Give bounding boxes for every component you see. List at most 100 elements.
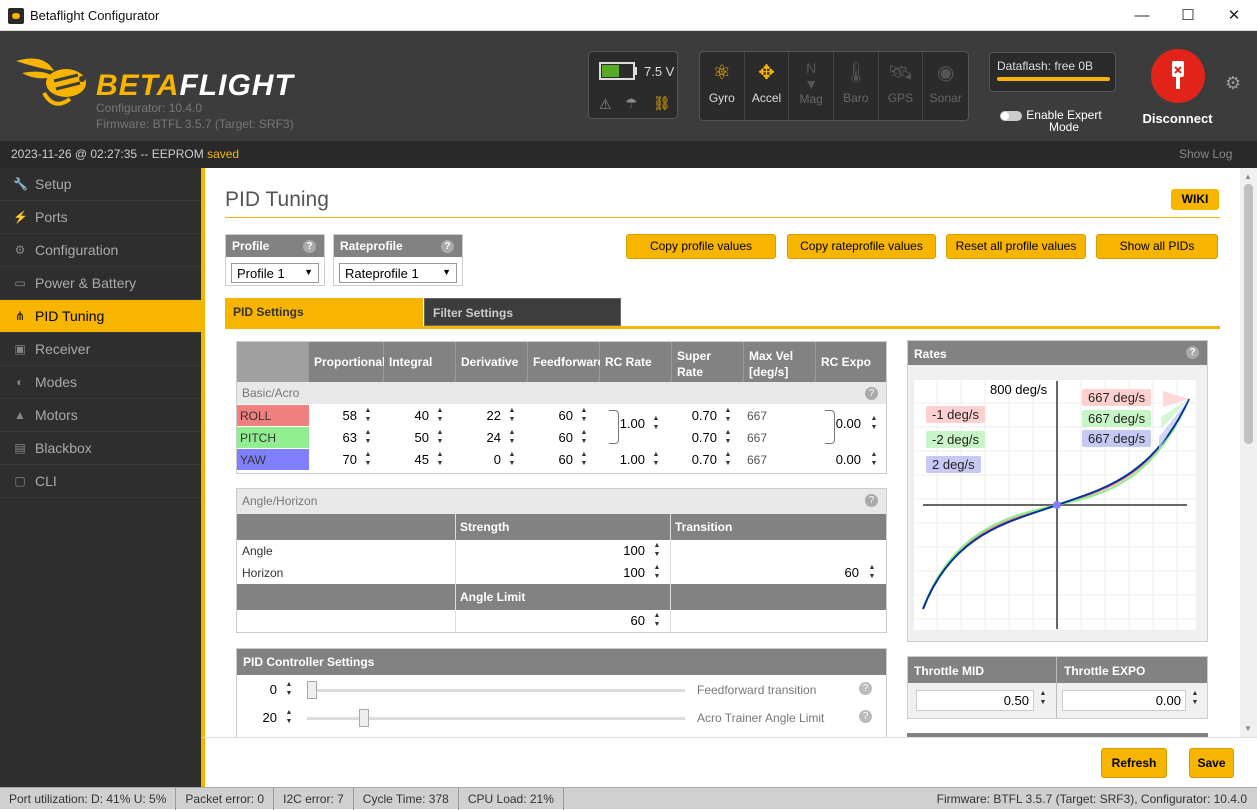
sidebar-item-ports[interactable]: ⚡ Ports <box>0 201 201 234</box>
pitch-ff-input[interactable]: 60 <box>531 430 573 451</box>
gear-icon[interactable]: ⚙ <box>1225 73 1241 94</box>
scroll-thumb[interactable] <box>1244 184 1253 444</box>
help-icon[interactable]: ? <box>859 710 872 723</box>
maximize-button[interactable]: ☐ <box>1165 0 1211 31</box>
spinner-icon[interactable]: ▲ ▼ <box>507 406 517 427</box>
spinner-icon[interactable]: ▲ ▼ <box>579 450 589 471</box>
slider-knob[interactable] <box>359 709 369 727</box>
pitch-d-input[interactable]: 24 <box>459 430 501 451</box>
pitch-p-input[interactable]: 63 <box>315 430 357 451</box>
yaw-rc-rate-input[interactable]: 1.00 <box>603 452 645 473</box>
save-button[interactable]: Save <box>1189 748 1234 778</box>
throttle-expo-input[interactable]: 0.00 <box>1062 690 1186 711</box>
minimize-button[interactable]: — <box>1119 0 1165 31</box>
roll-d-input[interactable]: 22 <box>459 408 501 429</box>
spinner-icon[interactable]: ▲ ▼ <box>869 450 879 471</box>
spinner-icon[interactable]: ▲ ▼ <box>723 450 733 471</box>
show-log-link[interactable]: Show Log <box>1179 147 1232 161</box>
help-icon[interactable]: ? <box>1186 346 1199 359</box>
horizon-transition-input[interactable]: 60 <box>737 565 859 586</box>
reset-profile-button[interactable]: Reset all profile values <box>946 234 1086 259</box>
angle-limit-input[interactable]: 60 <box>537 613 645 634</box>
tab-pid-settings[interactable]: PID Settings <box>225 298 423 326</box>
spinner-icon[interactable]: ▲ ▼ <box>507 450 517 471</box>
yaw-d-input[interactable]: 0 <box>459 452 501 473</box>
pitch-super-input[interactable]: 0.70 <box>675 430 717 451</box>
roll-i-input[interactable]: 40 <box>387 408 429 429</box>
profile-header: Profile? <box>226 235 324 257</box>
copy-profile-button[interactable]: Copy profile values <box>626 234 776 259</box>
spinner-icon[interactable]: ▲ ▼ <box>284 680 294 701</box>
sidebar-item-configuration[interactable]: ⚙ Configuration <box>0 234 201 267</box>
spinner-icon[interactable]: ▲ ▼ <box>723 406 733 427</box>
acro-trainer-angle-input[interactable]: 20 <box>242 710 277 731</box>
horizon-strength-input[interactable]: 100 <box>537 565 645 586</box>
scroll-up-icon[interactable]: ▲ <box>1244 172 1252 181</box>
spinner-icon[interactable]: ▲ ▼ <box>284 708 294 729</box>
spinner-icon[interactable]: ▲ ▼ <box>363 428 373 449</box>
window-title: Betaflight Configurator <box>30 8 160 23</box>
receiver-icon: ▣ <box>14 342 26 356</box>
help-icon[interactable]: ? <box>865 494 878 507</box>
yaw-expo-input[interactable]: 0.00 <box>819 452 861 473</box>
spinner-icon[interactable]: ▲ ▼ <box>869 414 879 435</box>
sidebar-item-blackbox[interactable]: ▤ Blackbox <box>0 432 201 465</box>
spinner-icon[interactable]: ▲ ▼ <box>579 406 589 427</box>
spinner-icon[interactable]: ▲ ▼ <box>867 563 877 584</box>
throttle-mid-input[interactable]: 0.50 <box>916 690 1034 711</box>
copy-rateprofile-button[interactable]: Copy rateprofile values <box>787 234 936 259</box>
sidebar-item-modes[interactable]: ◐ Modes <box>0 366 201 399</box>
refresh-button[interactable]: Refresh <box>1101 748 1167 778</box>
spinner-icon[interactable]: ▲ ▼ <box>651 414 661 435</box>
roll-ff-input[interactable]: 60 <box>531 408 573 429</box>
toggle-switch[interactable] <box>1000 111 1022 121</box>
feedforward-transition-slider[interactable] <box>307 689 685 692</box>
spinner-icon[interactable]: ▲ ▼ <box>723 428 733 449</box>
disconnect-button[interactable]: Disconnect <box>1140 49 1215 126</box>
angle-strength-input[interactable]: 100 <box>537 543 645 564</box>
expert-mode-toggle[interactable]: Enable Expert Mode <box>1000 109 1110 133</box>
rateprofile-select[interactable]: Rateprofile 1 <box>339 263 457 283</box>
sidebar: 🔧 Setup ⚡ Ports ⚙ Configuration ▭ Power & Ba… <box>0 168 201 787</box>
pitch-i-input[interactable]: 50 <box>387 430 429 451</box>
sidebar-item-setup[interactable]: 🔧 Setup <box>0 168 201 201</box>
roll-super-input[interactable]: 0.70 <box>675 408 717 429</box>
spinner-icon[interactable]: ▲ ▼ <box>363 406 373 427</box>
spinner-icon[interactable]: ▲ ▼ <box>652 611 662 632</box>
slider-knob[interactable] <box>307 681 317 699</box>
feedforward-transition-input[interactable]: 0 <box>242 682 277 703</box>
spinner-icon[interactable]: ▲ ▼ <box>1038 689 1048 710</box>
yaw-ff-input[interactable]: 60 <box>531 452 573 473</box>
vertical-scrollbar[interactable]: ▲ ▼ <box>1240 168 1257 737</box>
yaw-p-input[interactable]: 70 <box>315 452 357 473</box>
sidebar-item-pid-tuning[interactable]: ⋔ PID Tuning <box>0 300 201 333</box>
sidebar-item-cli[interactable]: ▢ CLI <box>0 465 201 498</box>
help-icon[interactable]: ? <box>865 387 878 400</box>
spinner-icon[interactable]: ▲ ▼ <box>652 563 662 584</box>
spinner-icon[interactable]: ▲ ▼ <box>507 428 517 449</box>
sidebar-item-receiver[interactable]: ▣ Receiver <box>0 333 201 366</box>
spinner-icon[interactable]: ▲ ▼ <box>1190 689 1200 710</box>
spinner-icon[interactable]: ▲ ▼ <box>435 428 445 449</box>
help-icon[interactable]: ? <box>303 240 316 253</box>
scroll-down-icon[interactable]: ▼ <box>1244 724 1252 733</box>
help-icon[interactable]: ? <box>859 682 872 695</box>
spinner-icon[interactable]: ▲ ▼ <box>363 450 373 471</box>
spinner-icon[interactable]: ▲ ▼ <box>652 541 662 562</box>
tab-filter-settings[interactable]: Filter Settings <box>424 298 621 326</box>
yaw-i-input[interactable]: 45 <box>387 452 429 473</box>
profile-select[interactable]: Profile 1 <box>231 263 319 283</box>
spinner-icon[interactable]: ▲ ▼ <box>579 428 589 449</box>
spinner-icon[interactable]: ▲ ▼ <box>435 450 445 471</box>
spinner-icon[interactable]: ▲ ▼ <box>651 450 661 471</box>
sidebar-item-motors[interactable]: ▲ Motors <box>0 399 201 432</box>
sensor-accel: ✥ Accel <box>745 52 790 120</box>
spinner-icon[interactable]: ▲ ▼ <box>435 406 445 427</box>
roll-p-input[interactable]: 58 <box>315 408 357 429</box>
show-all-pids-button[interactable]: Show all PIDs <box>1096 234 1218 259</box>
sidebar-item-power-battery[interactable]: ▭ Power & Battery <box>0 267 201 300</box>
help-icon[interactable]: ? <box>441 240 454 253</box>
close-button[interactable]: ✕ <box>1211 0 1257 31</box>
yaw-super-input[interactable]: 0.70 <box>675 452 717 473</box>
wiki-button[interactable]: WIKI <box>1171 189 1219 210</box>
